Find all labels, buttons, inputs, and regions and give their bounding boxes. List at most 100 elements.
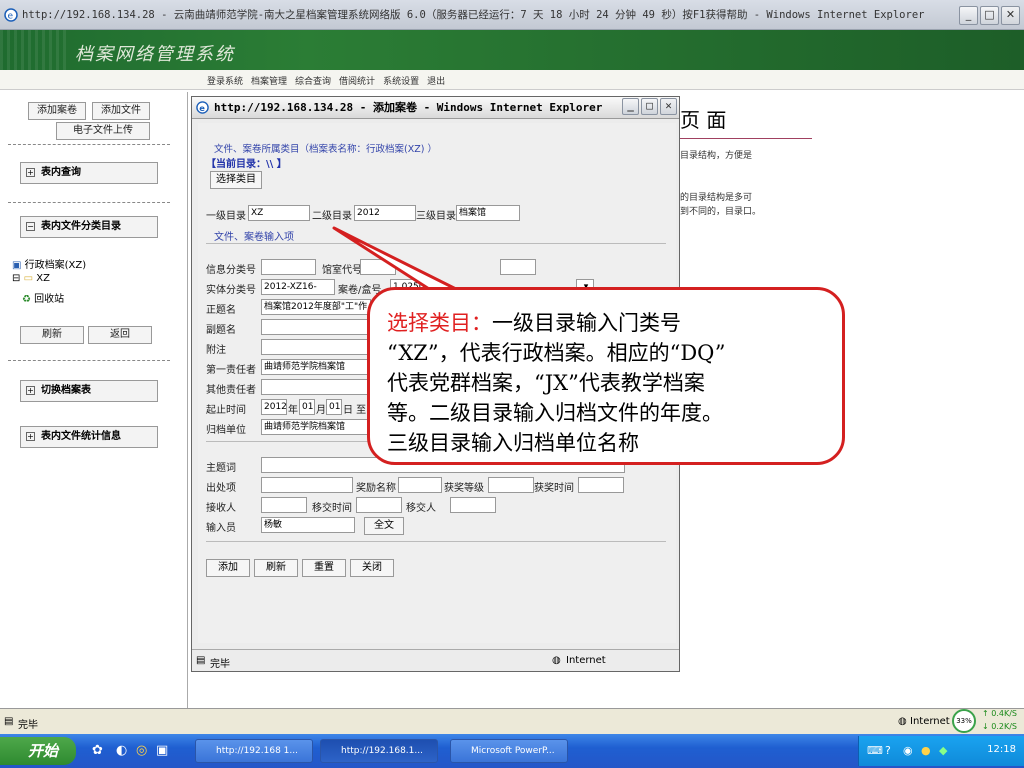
tray-icon[interactable]: ? bbox=[885, 744, 891, 757]
tray-icon[interactable]: ⌨ bbox=[867, 744, 883, 757]
expand-icon: + bbox=[26, 432, 35, 441]
transferor-label: 移交人 bbox=[406, 503, 436, 514]
info-no-input[interactable] bbox=[261, 259, 316, 275]
select-category-button[interactable]: 选择类目 bbox=[210, 171, 262, 189]
upload-file-button[interactable]: 电子文件上传 bbox=[56, 122, 150, 140]
panel-category-tree[interactable]: − 表内文件分类目录 bbox=[20, 216, 158, 238]
maximize-button[interactable]: □ bbox=[980, 6, 999, 25]
main-title-label: 正题名 bbox=[206, 305, 236, 316]
panel-label: 表内查询 bbox=[41, 167, 81, 178]
add-file-button[interactable]: 添加文件 bbox=[92, 102, 150, 120]
dialog-minimize-button[interactable]: _ bbox=[622, 98, 639, 115]
close-button[interactable]: ✕ bbox=[1001, 6, 1020, 25]
divider bbox=[8, 144, 170, 145]
entity-no-label: 实体分类号 bbox=[206, 285, 256, 296]
menu-query[interactable]: 综合查询 bbox=[295, 74, 331, 87]
start-month-input[interactable]: 01 bbox=[299, 399, 315, 415]
logo-decoration bbox=[0, 30, 70, 70]
level2-input[interactable]: 2012 bbox=[354, 205, 416, 221]
extra-no-input[interactable] bbox=[500, 259, 536, 275]
callout-line: 一级目录输入门类号 bbox=[492, 311, 681, 335]
menu-settings[interactable]: 系统设置 bbox=[383, 74, 419, 87]
clock: 12:18 bbox=[987, 744, 1016, 755]
tray-icon[interactable]: ◆ bbox=[939, 744, 947, 757]
callout-highlight: 选择类目： bbox=[387, 311, 492, 335]
menu-login[interactable]: 登录系统 bbox=[207, 74, 243, 87]
menu-logout[interactable]: 退出 bbox=[427, 74, 445, 87]
period-label: 起止时间 bbox=[206, 405, 246, 416]
back-button[interactable]: 返回 bbox=[88, 326, 152, 344]
archive-icon: ▣ bbox=[12, 260, 22, 271]
resp-other-label: 其他责任者 bbox=[206, 385, 256, 396]
day-unit: 日 至 bbox=[343, 405, 367, 416]
menu-archive-manage[interactable]: 档案管理 bbox=[251, 74, 287, 87]
status-text: 完毕 bbox=[18, 720, 38, 731]
resp1-input[interactable]: 曲靖师范学院档案馆 bbox=[261, 359, 371, 375]
panel-switch-table[interactable]: + 切换档案表 bbox=[20, 380, 158, 402]
tray-icon[interactable]: ● bbox=[921, 744, 931, 757]
operator-input[interactable]: 杨敏 bbox=[261, 517, 355, 533]
task-ie-1[interactable]: http://192.168 1... bbox=[195, 739, 313, 763]
sub-title-input[interactable] bbox=[261, 319, 371, 335]
level3-input[interactable]: 档案馆 bbox=[456, 205, 520, 221]
transfer-time-input[interactable] bbox=[356, 497, 402, 513]
refresh-button[interactable]: 刷新 bbox=[20, 326, 84, 344]
close-dialog-button[interactable]: 关闭 bbox=[350, 559, 394, 577]
start-button[interactable]: 开始 bbox=[0, 737, 76, 765]
award-name-input[interactable] bbox=[398, 477, 442, 493]
quicklaunch-icon[interactable]: ◐ bbox=[116, 743, 127, 758]
add-button[interactable]: 添加 bbox=[206, 559, 250, 577]
section-input-title: 文件、案卷输入项 bbox=[214, 232, 294, 243]
operator-label: 输入员 bbox=[206, 523, 236, 534]
info-no-label: 信息分类号 bbox=[206, 265, 256, 276]
tree-root[interactable]: ▣ 行政档案(XZ) bbox=[12, 256, 86, 271]
folder-icon: ▭ bbox=[23, 273, 34, 284]
task-ie-2[interactable]: http://192.168.1... bbox=[320, 739, 438, 763]
award-time-input[interactable] bbox=[578, 477, 624, 493]
dialog-close-button[interactable]: ✕ bbox=[660, 98, 677, 115]
quicklaunch-icon[interactable]: ◎ bbox=[136, 743, 147, 758]
minimize-button[interactable]: _ bbox=[959, 6, 978, 25]
annotation-callout: 选择类目：一级目录输入门类号 “XZ”，代表行政档案。相应的“DQ” 代表党群档… bbox=[367, 287, 845, 465]
expand-icon: + bbox=[26, 168, 35, 177]
level1-input[interactable]: XZ bbox=[248, 205, 310, 221]
tree-node-xz[interactable]: ⊟ ▭ XZ bbox=[12, 273, 50, 284]
origin-label: 出处项 bbox=[206, 483, 236, 494]
menu-borrow-stats[interactable]: 借阅统计 bbox=[339, 74, 375, 87]
system-tray: ⌨ ? ◉ ● ◆ 12:18 bbox=[858, 736, 1024, 766]
receiver-input[interactable] bbox=[261, 497, 307, 513]
panel-table-query[interactable]: + 表内查询 bbox=[20, 162, 158, 184]
globe-icon: ◍ bbox=[898, 716, 907, 727]
year-unit: 年 bbox=[288, 405, 298, 416]
network-meter: 33% bbox=[952, 709, 976, 733]
panel-file-stats[interactable]: + 表内文件统计信息 bbox=[20, 426, 158, 448]
award-name-label: 奖励名称 bbox=[356, 483, 396, 494]
origin-input[interactable] bbox=[261, 477, 353, 493]
task-powerpoint[interactable]: Microsoft PowerP... bbox=[450, 739, 568, 763]
current-directory: 【当前目录：\\ 】 bbox=[206, 159, 287, 170]
page-heading: 页 面 bbox=[680, 108, 727, 132]
callout-line: 代表党群档案，“JX”代表教学档案 bbox=[387, 371, 705, 395]
resp1-label: 第一责任者 bbox=[206, 365, 256, 376]
ie-logo-icon: e bbox=[4, 7, 18, 22]
tree-node-recycle[interactable]: ♻ 回收站 bbox=[22, 290, 64, 305]
tray-icon[interactable]: ◉ bbox=[903, 744, 913, 757]
callout-line: 三级目录输入归档单位名称 bbox=[387, 431, 639, 455]
reset-button[interactable]: 重置 bbox=[302, 559, 346, 577]
fulltext-button[interactable]: 全文 bbox=[364, 517, 404, 535]
quicklaunch-icon[interactable]: ✿ bbox=[92, 743, 103, 758]
award-level-input[interactable] bbox=[488, 477, 534, 493]
top-menu-bar: 登录系统 档案管理 综合查询 借阅统计 系统设置 退出 bbox=[0, 70, 1024, 90]
refresh-form-button[interactable]: 刷新 bbox=[254, 559, 298, 577]
archive-unit-label: 归档单位 bbox=[206, 425, 246, 436]
resp-other-input[interactable] bbox=[261, 379, 371, 395]
add-case-button[interactable]: 添加案卷 bbox=[28, 102, 86, 120]
quicklaunch-icon[interactable]: ▣ bbox=[156, 743, 168, 758]
divider bbox=[8, 202, 170, 203]
start-year-input[interactable]: 2012 bbox=[261, 399, 287, 415]
transferor-input[interactable] bbox=[450, 497, 496, 513]
attach-input[interactable] bbox=[261, 339, 371, 355]
start-day-input[interactable]: 01 bbox=[326, 399, 342, 415]
dialog-maximize-button[interactable]: □ bbox=[641, 98, 658, 115]
archive-unit-input[interactable]: 曲靖师范学院档案馆 bbox=[261, 419, 371, 435]
